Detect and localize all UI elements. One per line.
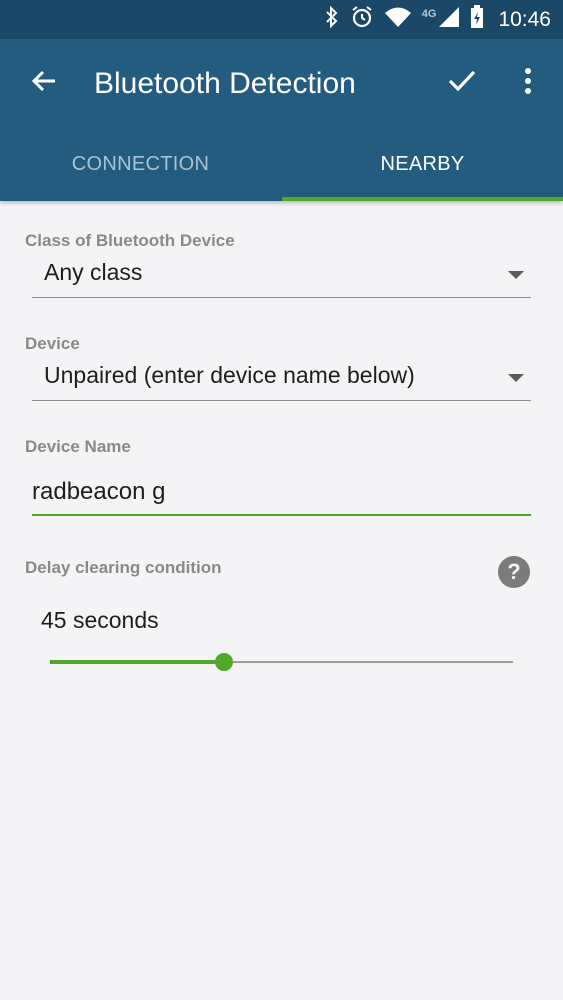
device-name-input[interactable] [32,470,531,516]
slider-fill [50,660,224,664]
device-class-dropdown[interactable]: Any class [32,255,531,298]
arrow-left-icon [30,67,58,100]
more-vert-icon [524,67,532,100]
help-circle-icon: ? [507,559,521,584]
wifi-icon [384,6,412,33]
battery-charging-icon [470,5,484,34]
slider-thumb[interactable] [215,653,233,671]
tab-connection[interactable]: CONNECTION [0,127,281,201]
device-dropdown[interactable]: Unpaired (enter device name below) [32,358,531,401]
device-class-value: Any class [44,259,143,285]
delay-label: Delay clearing condition [25,558,222,577]
device-name-label: Device Name [25,437,131,456]
check-icon [447,68,477,99]
delay-slider[interactable] [50,650,513,674]
device-value: Unpaired (enter device name below) [44,362,415,388]
delay-value: 45 seconds [41,607,159,633]
tab-indicator [282,197,563,201]
device-class-label: Class of Bluetooth Device [25,231,235,250]
bluetooth-icon [324,5,340,33]
alarm-icon [350,5,374,34]
help-button[interactable]: ? [498,556,530,588]
status-bar: 4G 10:46 [0,0,563,39]
network-type-label: 4G [421,7,437,20]
device-label: Device [25,334,80,353]
status-time: 10:46 [498,7,551,31]
confirm-button[interactable] [440,61,484,105]
back-button[interactable] [22,61,66,105]
more-options-button[interactable] [508,61,548,105]
app-bar: Bluetooth Detection CONNECTION NEARBY [0,39,563,201]
signal-icon [438,6,460,33]
page-title: Bluetooth Detection [94,67,356,100]
dropdown-arrow-icon [508,374,524,382]
tab-nearby[interactable]: NEARBY [282,127,563,201]
dropdown-arrow-icon [508,271,524,279]
